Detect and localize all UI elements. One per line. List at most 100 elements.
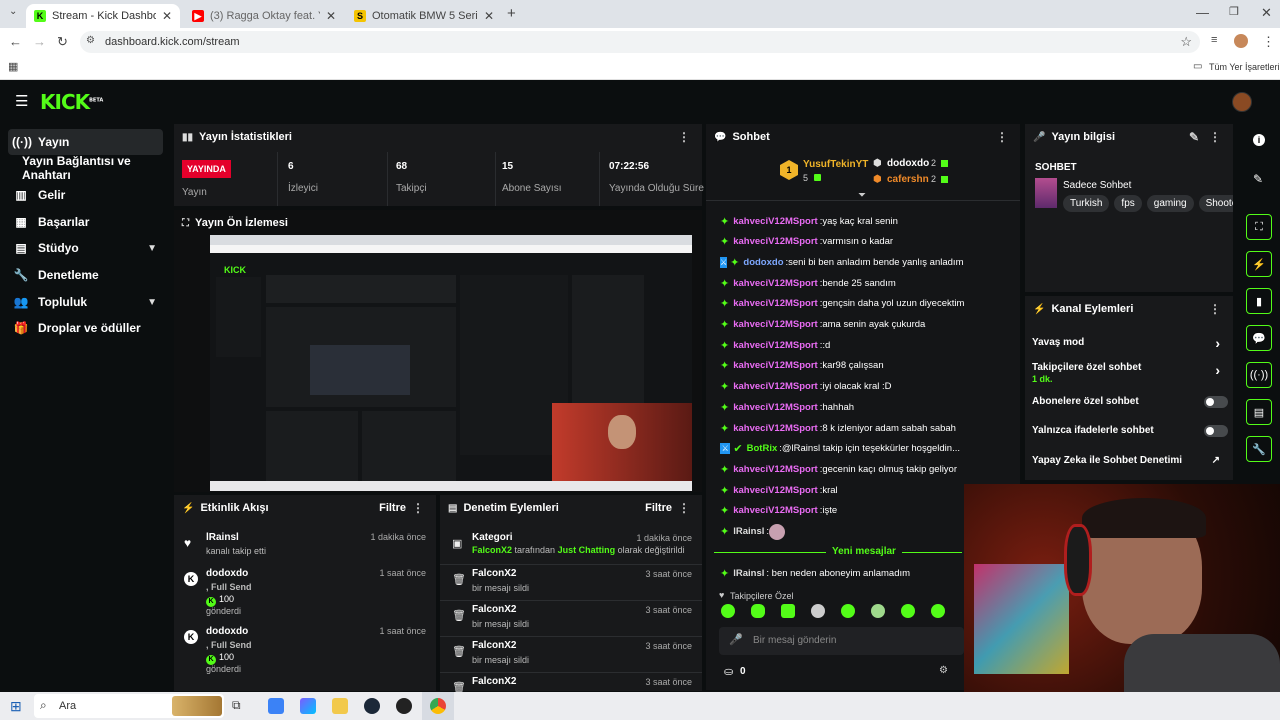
- chat-username[interactable]: dodoxdo: [743, 257, 783, 268]
- sidebar-item-stream-key[interactable]: Yayın Bağlantısı ve Anahtarı: [18, 154, 178, 182]
- close-icon[interactable]: ✕: [484, 9, 494, 23]
- back-icon[interactable]: ←: [9, 34, 22, 49]
- filter-button[interactable]: Filtre: [645, 502, 672, 514]
- tab-youtube[interactable]: ▶ (3) Ragga Oktay feat. Yıldız Tilbe ✕: [184, 4, 344, 28]
- forward-icon[interactable]: →: [33, 34, 46, 49]
- emote-button[interactable]: [751, 604, 765, 618]
- sidebar-item-basarilar[interactable]: ▦ Başarılar: [8, 209, 163, 235]
- new-tab-icon[interactable]: +: [507, 5, 516, 22]
- chat-username[interactable]: kahveciV12MSport: [733, 236, 817, 247]
- emote-button[interactable]: [871, 604, 885, 618]
- tab-bmw[interactable]: S Otomatik BMW 5 Serisi 520d F ✕: [346, 4, 502, 28]
- microphone-icon[interactable]: 🎤: [729, 633, 743, 646]
- rail-activity-button[interactable]: ▤: [1246, 399, 1272, 425]
- gifter-name[interactable]: cafershn: [887, 174, 929, 185]
- site-info-icon[interactable]: ⚙: [86, 35, 95, 46]
- windows-start-icon[interactable]: ⊞: [10, 698, 22, 715]
- rail-broadcast-button[interactable]: ((·)): [1246, 362, 1272, 388]
- emote-button[interactable]: [901, 604, 915, 618]
- ai-moderation-row[interactable]: Yapay Zeka ile Sohbet Denetimi ↗: [1032, 455, 1228, 466]
- emote-button[interactable]: [781, 604, 795, 618]
- more-options-icon[interactable]: ⋮: [1209, 130, 1221, 144]
- profile-avatar[interactable]: [1234, 34, 1248, 48]
- sidebar-item-studyo[interactable]: ▤ Stüdyo ▼: [8, 235, 163, 261]
- more-options-icon[interactable]: ⋮: [1209, 302, 1221, 316]
- rail-actions-button[interactable]: ⚡: [1246, 251, 1272, 277]
- chat-settings-icon[interactable]: ⚙: [939, 665, 948, 676]
- gifter-name[interactable]: dodoxdo: [887, 158, 929, 169]
- tag-chip[interactable]: Shooter: [1198, 195, 1233, 212]
- chat-username[interactable]: lRainsl: [733, 568, 764, 579]
- rail-chat-button[interactable]: 💬: [1246, 325, 1272, 351]
- subscribers-only-toggle[interactable]: [1204, 396, 1228, 408]
- chat-username[interactable]: BotRix: [747, 443, 778, 454]
- tag-chip[interactable]: Turkish: [1063, 195, 1110, 212]
- top-gifter-name[interactable]: YusufTekinYT: [803, 159, 868, 170]
- chat-username[interactable]: kahveciV12MSport: [733, 278, 817, 289]
- category-name[interactable]: Sadece Sohbet: [1063, 180, 1131, 191]
- chat-username[interactable]: kahveciV12MSport: [733, 298, 817, 309]
- media-icon[interactable]: ≡: [1211, 34, 1217, 46]
- emote-button[interactable]: [811, 604, 825, 618]
- chat-username[interactable]: kahveciV12MSport: [733, 423, 817, 434]
- kick-logo[interactable]: KICKBETA: [40, 90, 103, 114]
- taskbar-search[interactable]: ⌕ Ara: [34, 694, 224, 718]
- tag-chip[interactable]: fps: [1114, 195, 1142, 212]
- more-options-icon[interactable]: ⋮: [678, 130, 690, 144]
- user-avatar[interactable]: [1232, 92, 1252, 112]
- file-explorer-icon[interactable]: [332, 698, 348, 714]
- rail-moderation-button[interactable]: 🔧: [1246, 436, 1272, 462]
- tab-kick-dashboard[interactable]: K Stream - Kick Dashboard ✕: [26, 4, 180, 28]
- filter-button[interactable]: Filtre: [379, 502, 406, 514]
- tab-search-icon[interactable]: ⌄: [9, 6, 17, 17]
- chat-username[interactable]: kahveciV12MSport: [733, 340, 817, 351]
- sidebar-item-yayin[interactable]: ((·)) Yayın: [8, 129, 163, 155]
- chrome-icon[interactable]: [430, 698, 446, 714]
- emote-only-toggle[interactable]: [1204, 425, 1228, 437]
- restore-icon[interactable]: ❐: [1229, 5, 1239, 18]
- edit-pencil-icon[interactable]: ✎: [1253, 172, 1263, 186]
- apps-grid-icon[interactable]: ▦: [8, 60, 18, 73]
- chat-username[interactable]: kahveciV12MSport: [733, 216, 817, 227]
- emote-button[interactable]: [841, 604, 855, 618]
- sidebar-item-droplar[interactable]: 🎁 Droplar ve ödüller: [8, 315, 163, 341]
- menu-dots-icon[interactable]: ⋮: [1262, 34, 1275, 50]
- address-bar[interactable]: ⚙ dashboard.kick.com/stream ☆: [80, 31, 1200, 53]
- new-messages-label[interactable]: Yeni mesajlar: [826, 546, 902, 557]
- tag-chip[interactable]: gaming: [1146, 195, 1194, 212]
- edit-pencil-icon[interactable]: ✎: [1189, 130, 1199, 144]
- chat-username[interactable]: kahveciV12MSport: [733, 402, 817, 413]
- sidebar-item-gelir[interactable]: ▥ Gelir: [8, 182, 163, 208]
- chat-username[interactable]: kahveciV12MSport: [733, 464, 817, 475]
- followers-only-row[interactable]: Takipçilere özel sohbet 1 dk. ›: [1032, 362, 1228, 384]
- taskbar-app-icon[interactable]: [268, 698, 284, 714]
- obs-icon[interactable]: [396, 698, 412, 714]
- chat-username[interactable]: kahveciV12MSport: [733, 381, 817, 392]
- chat-username[interactable]: kahveciV12MSport: [733, 485, 817, 496]
- sidebar-item-denetleme[interactable]: 🔧 Denetleme: [8, 262, 163, 288]
- more-options-icon[interactable]: ⋮: [678, 501, 690, 515]
- rail-stats-button[interactable]: ▮: [1246, 288, 1272, 314]
- chat-input[interactable]: 🎤 Bir mesaj gönderin: [719, 627, 964, 655]
- chat-username[interactable]: kahveciV12MSport: [733, 505, 817, 516]
- close-icon[interactable]: ✕: [162, 9, 172, 23]
- emote-button[interactable]: [931, 604, 945, 618]
- minimize-icon[interactable]: —: [1196, 5, 1209, 20]
- more-options-icon[interactable]: ⋮: [412, 501, 424, 515]
- emote-button[interactable]: [721, 604, 735, 618]
- task-view-icon[interactable]: ⧉: [232, 698, 248, 714]
- category-thumbnail[interactable]: [1035, 178, 1057, 208]
- info-icon[interactable]: i: [1253, 134, 1265, 146]
- copilot-icon[interactable]: [300, 698, 316, 714]
- close-icon[interactable]: ✕: [326, 9, 336, 23]
- reload-icon[interactable]: ↻: [57, 34, 68, 50]
- chat-username[interactable]: lRainsl: [733, 526, 764, 537]
- hamburger-menu-icon[interactable]: ☰: [15, 92, 28, 110]
- chat-username[interactable]: kahveciV12MSport: [733, 360, 817, 371]
- all-bookmarks-link[interactable]: Tüm Yer İşaretleri: [1209, 62, 1280, 72]
- sidebar-item-topluluk[interactable]: 👥 Topluluk ▼: [8, 289, 163, 315]
- close-window-icon[interactable]: ✕: [1261, 5, 1272, 21]
- gift-box-icon[interactable]: ⛀: [724, 665, 733, 678]
- stream-preview-video[interactable]: KICK: [210, 235, 692, 491]
- chat-username[interactable]: kahveciV12MSport: [733, 319, 817, 330]
